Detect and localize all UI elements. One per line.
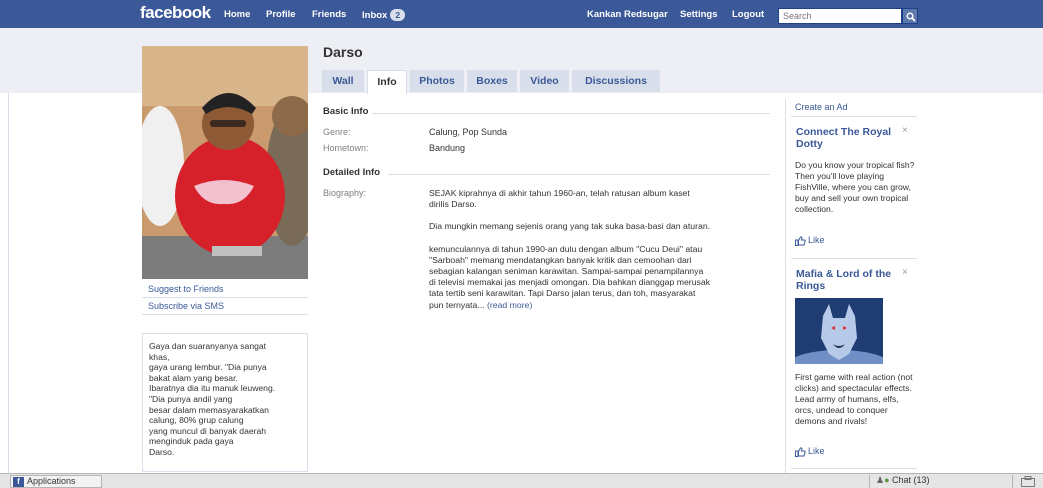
nav-inbox-link[interactable]: Inbox 2: [362, 9, 406, 21]
tab-discussions[interactable]: Discussions: [572, 70, 660, 92]
tab-wall[interactable]: Wall: [322, 70, 364, 92]
basic-info-rule: [372, 113, 770, 114]
nav-inbox-label: Inbox: [362, 10, 388, 21]
popout-icon: [1021, 476, 1035, 487]
ads-divider: [791, 116, 917, 117]
chat-button[interactable]: ♟● Chat (13): [869, 475, 1013, 488]
nav-home-link[interactable]: Home: [224, 9, 250, 20]
search-icon: [906, 12, 916, 22]
profile-photo-image: [142, 46, 308, 279]
biography-paragraph-text: kemunculannya di tahun 1990-an dulu deng…: [429, 243, 711, 310]
chat-label: Chat (13): [892, 475, 930, 485]
nav-friends-link[interactable]: Friends: [312, 9, 346, 20]
biography-paragraph: Dia mungkin memang sejenis orang yang ta…: [429, 221, 711, 232]
profile-bio-box: Gaya dan suaranyanya sangat khas, gaya u…: [142, 333, 308, 472]
genre-value: Calung, Pop Sunda: [429, 127, 508, 137]
profile-photo[interactable]: [142, 46, 308, 279]
left-divider: [142, 297, 308, 298]
biography-paragraph: kemunculannya di tahun 1990-an dulu deng…: [429, 244, 711, 311]
ad2-image[interactable]: [795, 298, 883, 364]
ad2-title-link[interactable]: Mafia & Lord of the Rings: [796, 268, 896, 292]
ad1-like-button[interactable]: Like: [795, 235, 825, 246]
biography-label: Biography:: [323, 188, 367, 198]
wolf-image: [795, 298, 883, 364]
tab-photos[interactable]: Photos: [410, 70, 464, 92]
ad2-close-icon[interactable]: ×: [902, 267, 908, 278]
ad1-text: Do you know your tropical fish? Then you…: [795, 160, 915, 214]
tab-boxes[interactable]: Boxes: [467, 70, 517, 92]
applications-button[interactable]: f Applications: [10, 475, 102, 488]
facebook-f-icon: f: [13, 476, 24, 487]
detailed-info-heading: Detailed Info: [323, 167, 381, 178]
genre-label: Genre:: [323, 127, 351, 137]
detailed-info-rule: [388, 174, 770, 175]
online-status-icon: ●: [884, 475, 890, 485]
basic-info-heading: Basic Info: [323, 106, 369, 117]
ad2-text: First game with real action (not clicks)…: [795, 372, 913, 426]
ads-divider: [791, 468, 917, 469]
left-divider: [142, 314, 308, 315]
ad2-like-button[interactable]: Like: [795, 446, 825, 457]
hometown-value: Bandung: [429, 143, 466, 153]
subscribe-sms-link[interactable]: Subscribe via SMS: [148, 301, 224, 311]
biography-paragraph: SEJAK kiprahnya di akhir tahun 1960-an, …: [429, 188, 690, 210]
suggest-to-friends-link[interactable]: Suggest to Friends: [148, 284, 224, 294]
tab-info[interactable]: Info: [367, 70, 407, 94]
profile-name: Darso: [323, 44, 363, 60]
settings-link[interactable]: Settings: [680, 9, 717, 20]
search-button[interactable]: [902, 8, 918, 24]
popout-button[interactable]: [1014, 475, 1043, 488]
facebook-logo[interactable]: facebook: [140, 3, 211, 23]
thumbs-up-icon: [795, 447, 806, 457]
thumbs-up-icon: [795, 236, 806, 246]
hometown-label: Hometown:: [323, 143, 369, 153]
biography-text: SEJAK kiprahnya di akhir tahun 1960-an, …: [429, 188, 711, 322]
logout-link[interactable]: Logout: [732, 9, 764, 20]
nav-profile-link[interactable]: Profile: [266, 9, 296, 20]
create-ad-link[interactable]: Create an Ad: [795, 102, 848, 112]
user-name-link[interactable]: Kankan Redsugar: [587, 9, 668, 20]
applications-label: Applications: [27, 476, 76, 486]
read-more-link[interactable]: (read more): [487, 300, 532, 310]
ads-divider: [791, 258, 917, 259]
ad1-close-icon[interactable]: ×: [902, 125, 908, 136]
inbox-count-badge: 2: [390, 9, 406, 21]
ad1-like-label: Like: [808, 235, 825, 245]
ad2-like-label: Like: [808, 446, 825, 456]
ad1-title-link[interactable]: Connect The Royal Dotty: [796, 126, 896, 150]
chat-person-icon: ♟: [876, 475, 885, 485]
tab-video[interactable]: Video: [520, 70, 569, 92]
search-input[interactable]: [778, 8, 902, 24]
